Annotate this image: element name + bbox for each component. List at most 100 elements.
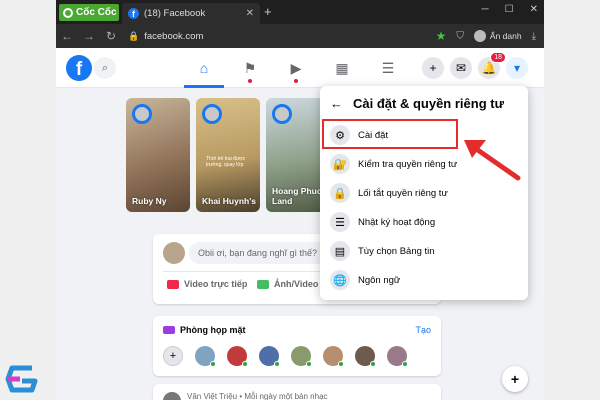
new-dot: [248, 79, 252, 83]
address-bar: ← → ↻ 🔒 facebook.com ★ ⛉ Ẩn danh ⤓: [56, 24, 544, 48]
facebook-logo[interactable]: f: [66, 55, 92, 81]
room-contact-avatar[interactable]: [291, 346, 312, 367]
story-name: Khai Huynh's: [202, 195, 256, 206]
browser-brand: Cốc Cốc: [76, 7, 117, 18]
story-name: Ruby Ny: [132, 195, 167, 206]
avatar[interactable]: [163, 242, 185, 264]
photo-video-label: Ảnh/Video: [274, 279, 319, 289]
tab-facebook[interactable]: f (18) Facebook ✕: [122, 3, 260, 24]
rooms-title: Phòng họp mặt: [180, 325, 246, 335]
incognito-indicator[interactable]: Ẩn danh: [473, 30, 522, 42]
coccoc-logo-icon: [63, 7, 73, 18]
annotation-arrow: [464, 140, 521, 181]
minimize-icon[interactable]: ─: [482, 4, 489, 15]
room-contact-avatar[interactable]: [355, 346, 376, 367]
site-watermark-logo: [5, 365, 38, 393]
search-icon[interactable]: ⌕: [94, 57, 116, 79]
menu-item-language[interactable]: 🌐 Ngôn ngữ: [326, 267, 522, 293]
online-dot: [274, 361, 280, 367]
browser-window: Cốc Cốc f (18) Facebook ✕ + ─ ☐ ✕ ← → ↻ …: [56, 0, 544, 400]
notification-badge: 18: [490, 52, 506, 63]
facebook-top-nav: f ⌕ ⌂ ⚑ ▶ ▦ ☰ + ✉ 🔔 18 ▾: [56, 48, 544, 88]
avatar[interactable]: [163, 392, 181, 400]
url-field[interactable]: facebook.com: [144, 31, 435, 42]
live-video-button[interactable]: Video trực tiếp: [167, 279, 247, 289]
back-arrow-icon[interactable]: ←: [330, 96, 343, 111]
facebook-favicon-icon: f: [128, 8, 139, 19]
menu-title: Cài đặt & quyền riêng tư: [353, 96, 504, 111]
list-icon: ☰: [330, 212, 350, 232]
lock-check-icon: 🔐: [330, 154, 350, 174]
story-caption: Thời trẻ trai được trường, quay lớp: [206, 156, 246, 168]
story-avatar: [202, 104, 222, 124]
menu-item-activity-log[interactable]: ☰ Nhật ký hoạt động: [326, 209, 522, 235]
story-avatar: [272, 104, 292, 124]
online-dot: [242, 361, 248, 367]
create-button[interactable]: +: [422, 57, 444, 79]
shield-icon[interactable]: ⛉: [456, 31, 464, 42]
facebook-page: f ⌕ ⌂ ⚑ ▶ ▦ ☰ + ✉ 🔔 18 ▾ Ruby Ny Thời trẻ…: [56, 48, 544, 400]
close-window-icon[interactable]: ✕: [530, 4, 538, 15]
download-icon[interactable]: ⤓: [532, 31, 536, 42]
create-room-link[interactable]: Tạo: [415, 325, 431, 335]
maximize-icon[interactable]: ☐: [505, 4, 514, 15]
account-dropdown-button[interactable]: ▾: [506, 57, 528, 79]
notifications-bell-icon[interactable]: 🔔 18: [478, 52, 506, 79]
feed-icon: ▤: [330, 241, 350, 261]
incognito-icon: [473, 30, 486, 42]
reload-icon[interactable]: ↻: [100, 29, 122, 43]
room-contact-avatar[interactable]: [323, 346, 344, 367]
video-camera-icon: [163, 326, 175, 334]
bookmark-star-icon[interactable]: ★: [436, 29, 447, 43]
menu-item-news-feed-preferences[interactable]: ▤ Tùy chọn Bảng tin: [326, 238, 522, 264]
post-author-line[interactable]: Văn Việt Triệu • Mỗi ngày một bản nhạc: [187, 392, 328, 400]
forward-icon[interactable]: →: [78, 29, 100, 43]
rooms-panel: Phòng họp mặt Tạo +: [153, 316, 441, 376]
lock-icon: 🔒: [330, 183, 350, 203]
new-dot: [294, 79, 298, 83]
add-room-icon[interactable]: +: [163, 346, 183, 366]
online-dot: [402, 361, 408, 367]
facebook-logo-letter: f: [75, 59, 83, 80]
menu-header: ← Cài đặt & quyền riêng tư: [330, 96, 504, 111]
feed-post: Văn Việt Triệu • Mỗi ngày một bản nhạc: [153, 384, 441, 400]
menu-item-label: Tùy chọn Bảng tin: [358, 245, 435, 257]
watch-video-icon[interactable]: ▶: [286, 58, 306, 83]
live-video-icon: [167, 279, 179, 289]
live-video-label: Video trực tiếp: [184, 279, 248, 289]
menu-item-label: Lối tắt quyền riêng tư: [358, 187, 448, 199]
lock-icon[interactable]: 🔒: [128, 31, 139, 42]
menu-item-privacy-shortcuts[interactable]: 🔒 Lối tắt quyền riêng tư: [326, 180, 522, 206]
window-controls: ─ ☐ ✕: [482, 4, 538, 15]
story-card[interactable]: Thời trẻ trai được trường, quay lớp Khai…: [196, 98, 260, 212]
photo-icon: [257, 279, 269, 289]
close-tab-icon[interactable]: ✕: [246, 8, 254, 19]
menu-item-label: Nhật ký hoạt động: [358, 216, 436, 228]
home-icon[interactable]: ⌂: [194, 58, 214, 78]
tab-title: (18) Facebook: [144, 8, 206, 19]
menu-icon[interactable]: ☰: [378, 58, 398, 78]
room-contact-avatar[interactable]: [227, 346, 248, 367]
story-avatar: [132, 104, 152, 124]
rooms-header: Phòng họp mặt: [163, 325, 246, 335]
room-contact-avatar[interactable]: [259, 346, 280, 367]
back-icon[interactable]: ←: [56, 29, 78, 43]
online-dot: [338, 361, 344, 367]
new-message-button[interactable]: +: [502, 366, 528, 392]
room-contact-avatar[interactable]: [195, 346, 216, 367]
pages-flag-icon[interactable]: ⚑: [240, 58, 260, 83]
coccoc-menu-button[interactable]: Cốc Cốc: [59, 4, 119, 21]
online-dot: [370, 361, 376, 367]
globe-icon: 🌐: [330, 270, 350, 290]
story-card[interactable]: Ruby Ny: [126, 98, 190, 212]
online-dot: [210, 361, 216, 367]
menu-item-label: Kiểm tra quyền riêng tư: [358, 158, 458, 170]
room-contact-avatar[interactable]: [387, 346, 408, 367]
new-tab-button[interactable]: +: [264, 4, 272, 19]
highlight-box: [322, 119, 458, 149]
photo-video-button[interactable]: Ảnh/Video: [257, 279, 318, 289]
online-dot: [306, 361, 312, 367]
marketplace-icon[interactable]: ▦: [332, 58, 352, 78]
home-active-indicator: [184, 85, 224, 88]
messenger-icon[interactable]: ✉: [450, 57, 472, 79]
